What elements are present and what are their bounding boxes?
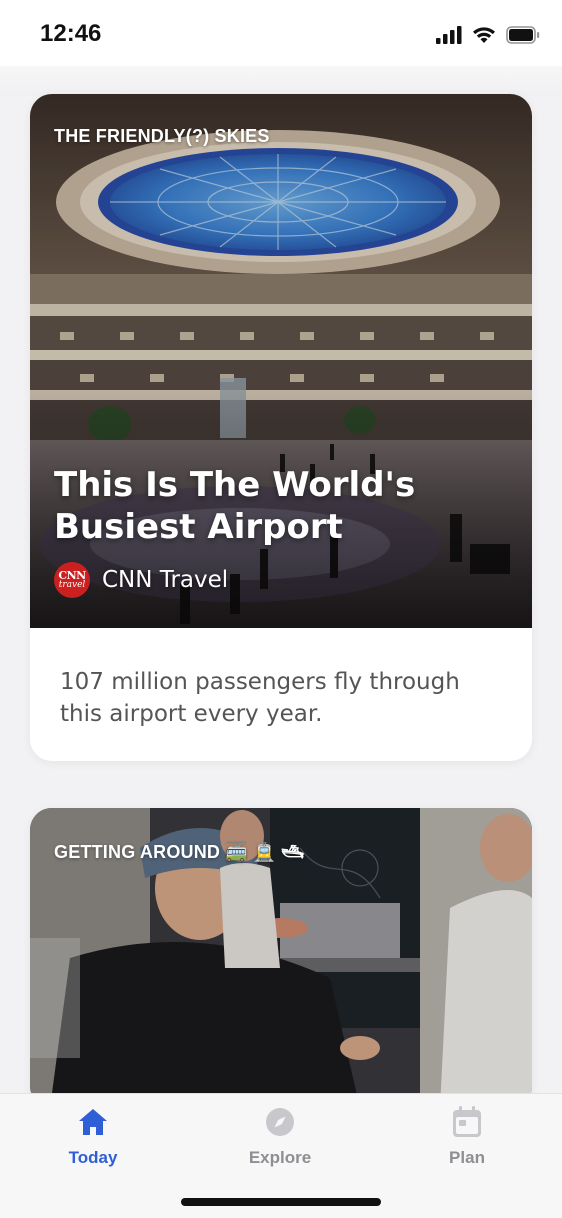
- wifi-icon: [473, 27, 495, 43]
- story-card[interactable]: THE FRIENDLY(?) SKIES This Is The World'…: [30, 94, 532, 761]
- status-time: 12:46: [40, 20, 102, 47]
- status-icons: [436, 24, 540, 46]
- logo-text-bottom: travel: [58, 580, 86, 590]
- cooking-class-photo: GETTING AROUND 🚎 🚊 🛥: [30, 808, 532, 1108]
- story-headline[interactable]: This Is The World's Busiest Airport: [54, 464, 494, 548]
- airport-atrium-photo: THE FRIENDLY(?) SKIES This Is The World'…: [30, 94, 532, 628]
- signal-icon: [436, 26, 462, 44]
- story-card[interactable]: GETTING AROUND 🚎 🚊 🛥: [30, 808, 532, 1108]
- compass-icon: [264, 1106, 296, 1138]
- tab-label: Plan: [449, 1148, 485, 1167]
- source-row[interactable]: CNN travel CNN Travel: [54, 562, 228, 598]
- source-name: CNN Travel: [102, 567, 229, 593]
- category-label: GETTING AROUND 🚎 🚊 🛥: [54, 842, 305, 862]
- status-bar: 12:46: [0, 0, 562, 66]
- calendar-icon: [451, 1106, 483, 1138]
- category-label: THE FRIENDLY(?) SKIES: [54, 126, 270, 146]
- cnn-travel-logo: CNN travel: [54, 562, 90, 598]
- home-indicator[interactable]: [181, 1198, 381, 1206]
- tab-label: Today: [68, 1148, 118, 1167]
- scroll-fade: [0, 66, 562, 96]
- home-icon: [77, 1106, 109, 1138]
- tab-plan[interactable]: Plan: [407, 1106, 527, 1176]
- tab-today[interactable]: Today: [33, 1106, 153, 1176]
- story-summary: 107 million passengers fly through this …: [60, 669, 460, 727]
- tab-label: Explore: [248, 1148, 312, 1167]
- tab-explore[interactable]: Explore: [220, 1106, 340, 1176]
- battery-icon: [506, 26, 540, 44]
